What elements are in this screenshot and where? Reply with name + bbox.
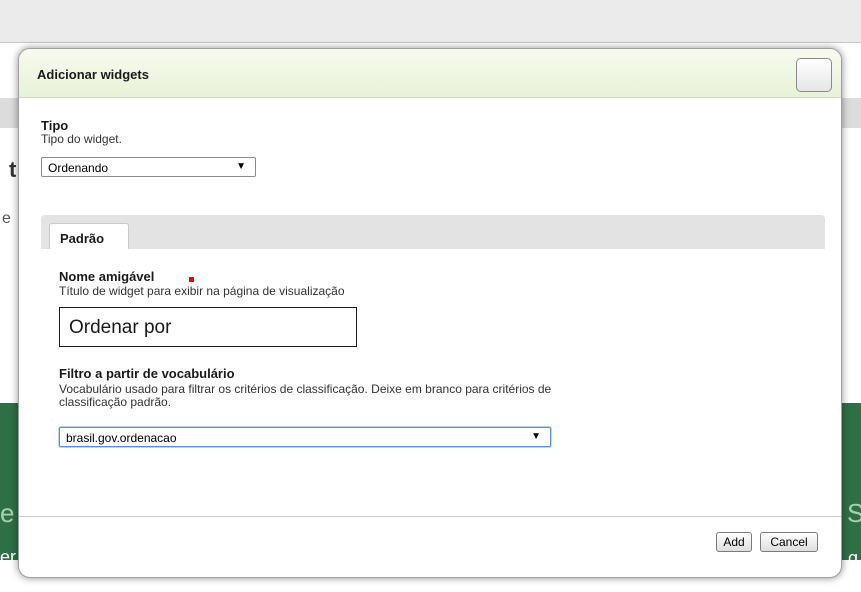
cancel-button[interactable]: Cancel	[760, 532, 818, 552]
tipo-label: Tipo	[41, 118, 69, 133]
widget-type-select[interactable]: Ordenando ▼	[41, 157, 256, 177]
background-footer-fragment-right: S	[847, 498, 861, 528]
friendly-name-value: Ordenar por	[69, 317, 172, 338]
chevron-down-icon: ▼	[531, 431, 541, 442]
required-indicator-icon	[189, 277, 194, 282]
background-footer-text-left: er	[0, 547, 17, 567]
tipo-help: Tipo do widget.	[41, 132, 122, 146]
dialog-title: Adicionar widgets	[37, 67, 149, 82]
add-widgets-dialog: Adicionar widgets Tipo Tipo do widget. O…	[18, 48, 842, 578]
tab-padrao[interactable]: Padrão	[49, 223, 129, 249]
background-heading-fragment: t	[9, 157, 17, 182]
friendly-name-input[interactable]: Ordenar por	[59, 307, 357, 347]
vocabulary-filter-select[interactable]: brasil.gov.ordenacao ▼	[59, 427, 551, 447]
tab-padrao-label: Padrão	[60, 231, 105, 246]
close-button[interactable]	[796, 58, 832, 92]
filtro-label: Filtro a partir de vocabulário	[59, 366, 235, 381]
background-text-fragment: e	[2, 210, 11, 227]
vocabulary-filter-value: brasil.gov.ordenacao	[66, 431, 177, 445]
nome-help: Título de widget para exibir na página d…	[59, 284, 345, 298]
background-footer-text-right: q	[848, 548, 859, 568]
nome-label: Nome amigável	[59, 269, 155, 284]
filtro-help-line2: classificação padrão.	[59, 395, 172, 409]
dialog-title-bar: Adicionar widgets	[19, 49, 841, 98]
footer-divider	[19, 516, 841, 517]
widget-type-value: Ordenando	[48, 161, 109, 175]
chevron-down-icon: ▼	[236, 161, 246, 172]
background-top-bar	[0, 0, 861, 43]
tab-bar: Padrão	[41, 215, 825, 249]
add-button[interactable]: Add	[716, 532, 752, 552]
background-footer-fragment-left: e	[0, 498, 15, 528]
